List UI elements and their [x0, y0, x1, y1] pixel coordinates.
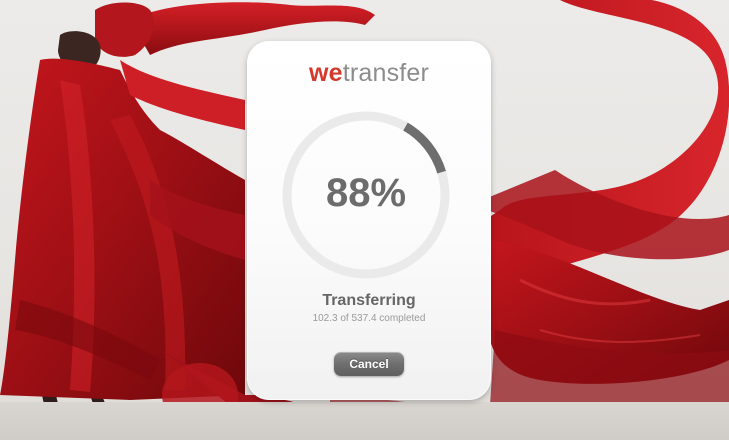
cancel-button[interactable]: Cancel: [334, 352, 404, 376]
transfer-progress-detail: 102.3 of 537.4 completed: [312, 313, 426, 324]
wetransfer-logo: wetransfer: [247, 58, 491, 88]
progress-percent: 88%: [325, 171, 407, 215]
floor: [0, 402, 729, 440]
transfer-panel: wetransfer 88% Transferring 102.3 of 537…: [247, 41, 491, 400]
transfer-status: Transferring: [322, 292, 416, 309]
logo-transfer: transfer: [342, 59, 430, 87]
logo-we: we: [308, 59, 343, 87]
wetransfer-stage: wetransfer 88% Transferring 102.3 of 537…: [0, 0, 729, 440]
